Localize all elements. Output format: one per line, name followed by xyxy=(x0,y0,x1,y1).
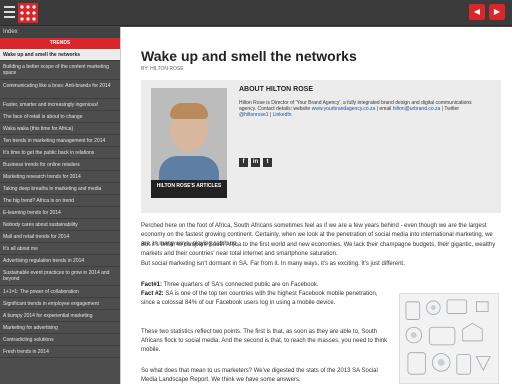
page-title: Wake up and smell the networks xyxy=(141,48,357,64)
twitter-icon[interactable]: t xyxy=(263,158,272,167)
author-bio: Hilton Rose is Director of 'Your Brand A… xyxy=(239,100,472,118)
author-articles-label[interactable]: HILTON ROSE'S ARTICLES xyxy=(151,180,227,198)
paragraph: These two statistics reflect two points.… xyxy=(141,329,388,353)
paragraph: But social marketing isn't dormant in SA… xyxy=(141,261,405,267)
sidebar-index-link[interactable]: Index xyxy=(0,27,120,38)
sidebar-item[interactable]: Communicating like a boss: Anti-brands f… xyxy=(0,80,120,99)
sidebar: Index TRENDS Wake up and smell the netwo… xyxy=(0,27,120,384)
author-photo[interactable]: HILTON ROSE'S ARTICLES xyxy=(151,88,227,198)
sidebar-item[interactable]: Taking deep breaths in marketing and med… xyxy=(0,183,120,195)
sidebar-item[interactable]: Advertising regulation trends in 2014 xyxy=(0,255,120,267)
sidebar-section-trends[interactable]: TRENDS xyxy=(0,38,120,49)
sidebar-item[interactable]: Fresh trends in 2014 xyxy=(0,346,120,358)
author-box: HILTON ROSE'S ARTICLES ABOUT HILTON ROSE… xyxy=(141,80,501,213)
hamburger-menu-icon[interactable] xyxy=(4,6,15,18)
top-bar: ◀ ▶ xyxy=(0,0,512,26)
sidebar-item[interactable]: Faster, smarter and increasingly ingenio… xyxy=(0,99,120,111)
fact-2: Fact #2: SA is one of the top ten countr… xyxy=(141,291,378,306)
sidebar-item[interactable]: Marketing for advertising xyxy=(0,322,120,334)
sidebar-item[interactable]: Nobody cares about sustainability xyxy=(0,219,120,231)
sidebar-item[interactable]: Marketing research trends for 2014 xyxy=(0,171,120,183)
sidebar-item[interactable]: A bumpy 2014 for experiential marketing xyxy=(0,310,120,322)
author-heading: ABOUT HILTON ROSE xyxy=(239,86,314,93)
social-media-infographic xyxy=(399,293,499,384)
sidebar-item[interactable]: It's time to get the public back in rela… xyxy=(0,147,120,159)
paragraph: But it's unfair to compare South Africa … xyxy=(141,242,496,257)
arrow-left-icon: ◀ xyxy=(473,7,481,16)
sidebar-item[interactable]: Significant trends in employee engagemen… xyxy=(0,298,120,310)
sidebar-item[interactable]: Contradicting solutions xyxy=(0,334,120,346)
arrow-right-icon: ▶ xyxy=(493,7,501,16)
sidebar-item[interactable]: E-learning trends for 2014 xyxy=(0,207,120,219)
sidebar-item[interactable]: Business trends for online retailers xyxy=(0,159,120,171)
sidebar-item[interactable]: 1+1=1: The power of collaboration xyxy=(0,286,120,298)
sidebar-item[interactable]: Waka waka (this time for Africa) xyxy=(0,123,120,135)
sidebar-item[interactable]: The face of retail is about to change xyxy=(0,111,120,123)
next-article-button[interactable]: ▶ xyxy=(489,4,505,20)
byline: BY: HILTON ROSE xyxy=(141,66,184,72)
author-email-link[interactable]: hilton@urbrand.co.za xyxy=(393,106,441,112)
sidebar-item[interactable]: It's all about me xyxy=(0,243,120,255)
author-twitter-link[interactable]: @hiltonrose1 xyxy=(239,112,269,118)
article-content: Wake up and smell the networks BY: HILTO… xyxy=(120,27,512,384)
paragraph: So what does that mean to us marketers? … xyxy=(141,368,378,383)
sidebar-item[interactable]: Wake up and smell the networks xyxy=(0,49,120,61)
fact-1: Fact#1: Three quarters of SA's connected… xyxy=(141,282,319,288)
sidebar-item[interactable]: Ten trends in marketing management for 2… xyxy=(0,135,120,147)
author-website-link[interactable]: www.yourbrandagency.co.za xyxy=(312,106,376,112)
sidebar-item[interactable]: Mall and retail trends for 2014 xyxy=(0,231,120,243)
facebook-icon[interactable]: f xyxy=(239,158,248,167)
sidebar-item[interactable]: Building a better scope of the content m… xyxy=(0,61,120,80)
publication-logo[interactable] xyxy=(18,3,38,23)
sidebar-item[interactable]: Sustainable event practices to grow in 2… xyxy=(0,267,120,286)
sidebar-item[interactable]: The big trend? Africa is on trend xyxy=(0,195,120,207)
previous-article-button[interactable]: ◀ xyxy=(469,4,485,20)
author-linkedin-link[interactable]: LinkedIn xyxy=(273,112,292,118)
linkedin-icon[interactable]: in xyxy=(251,158,260,167)
